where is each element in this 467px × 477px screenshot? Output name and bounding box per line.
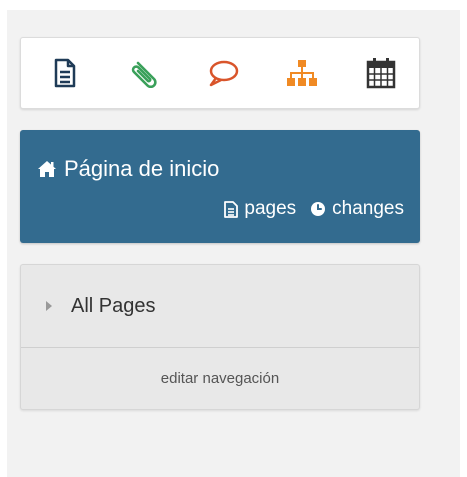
changes-label: changes xyxy=(332,198,404,219)
document-icon xyxy=(54,58,76,88)
navigation-panel: All Pages editar navegación xyxy=(20,264,420,410)
page-icon xyxy=(224,200,239,218)
home-page-title: Página de inicio xyxy=(64,156,220,181)
comments-button[interactable] xyxy=(203,53,243,93)
toolbar xyxy=(20,37,420,109)
sitemap-icon xyxy=(286,58,318,88)
calendar-button[interactable] xyxy=(361,53,401,93)
attachments-button[interactable] xyxy=(124,53,164,93)
home-panel: Página de inicio pages changes xyxy=(20,130,420,243)
pages-link[interactable]: pages xyxy=(224,198,296,220)
new-page-button[interactable] xyxy=(45,53,85,93)
caret-right-icon xyxy=(45,300,53,312)
paperclip-icon xyxy=(129,58,159,88)
pages-label: pages xyxy=(244,198,297,219)
nav-item-label: All Pages xyxy=(71,294,156,317)
changes-link[interactable]: changes xyxy=(310,198,404,220)
nav-item-all-pages[interactable]: All Pages xyxy=(21,265,419,347)
calendar-icon xyxy=(366,57,396,89)
home-page-link[interactable]: Página de inicio xyxy=(37,156,219,182)
home-icon xyxy=(37,160,57,178)
hierarchy-button[interactable] xyxy=(282,53,322,93)
comment-icon xyxy=(207,58,239,88)
home-sub-links: pages changes xyxy=(224,198,404,220)
edit-navigation-link[interactable]: editar navegación xyxy=(21,348,419,409)
clock-icon xyxy=(310,201,326,217)
